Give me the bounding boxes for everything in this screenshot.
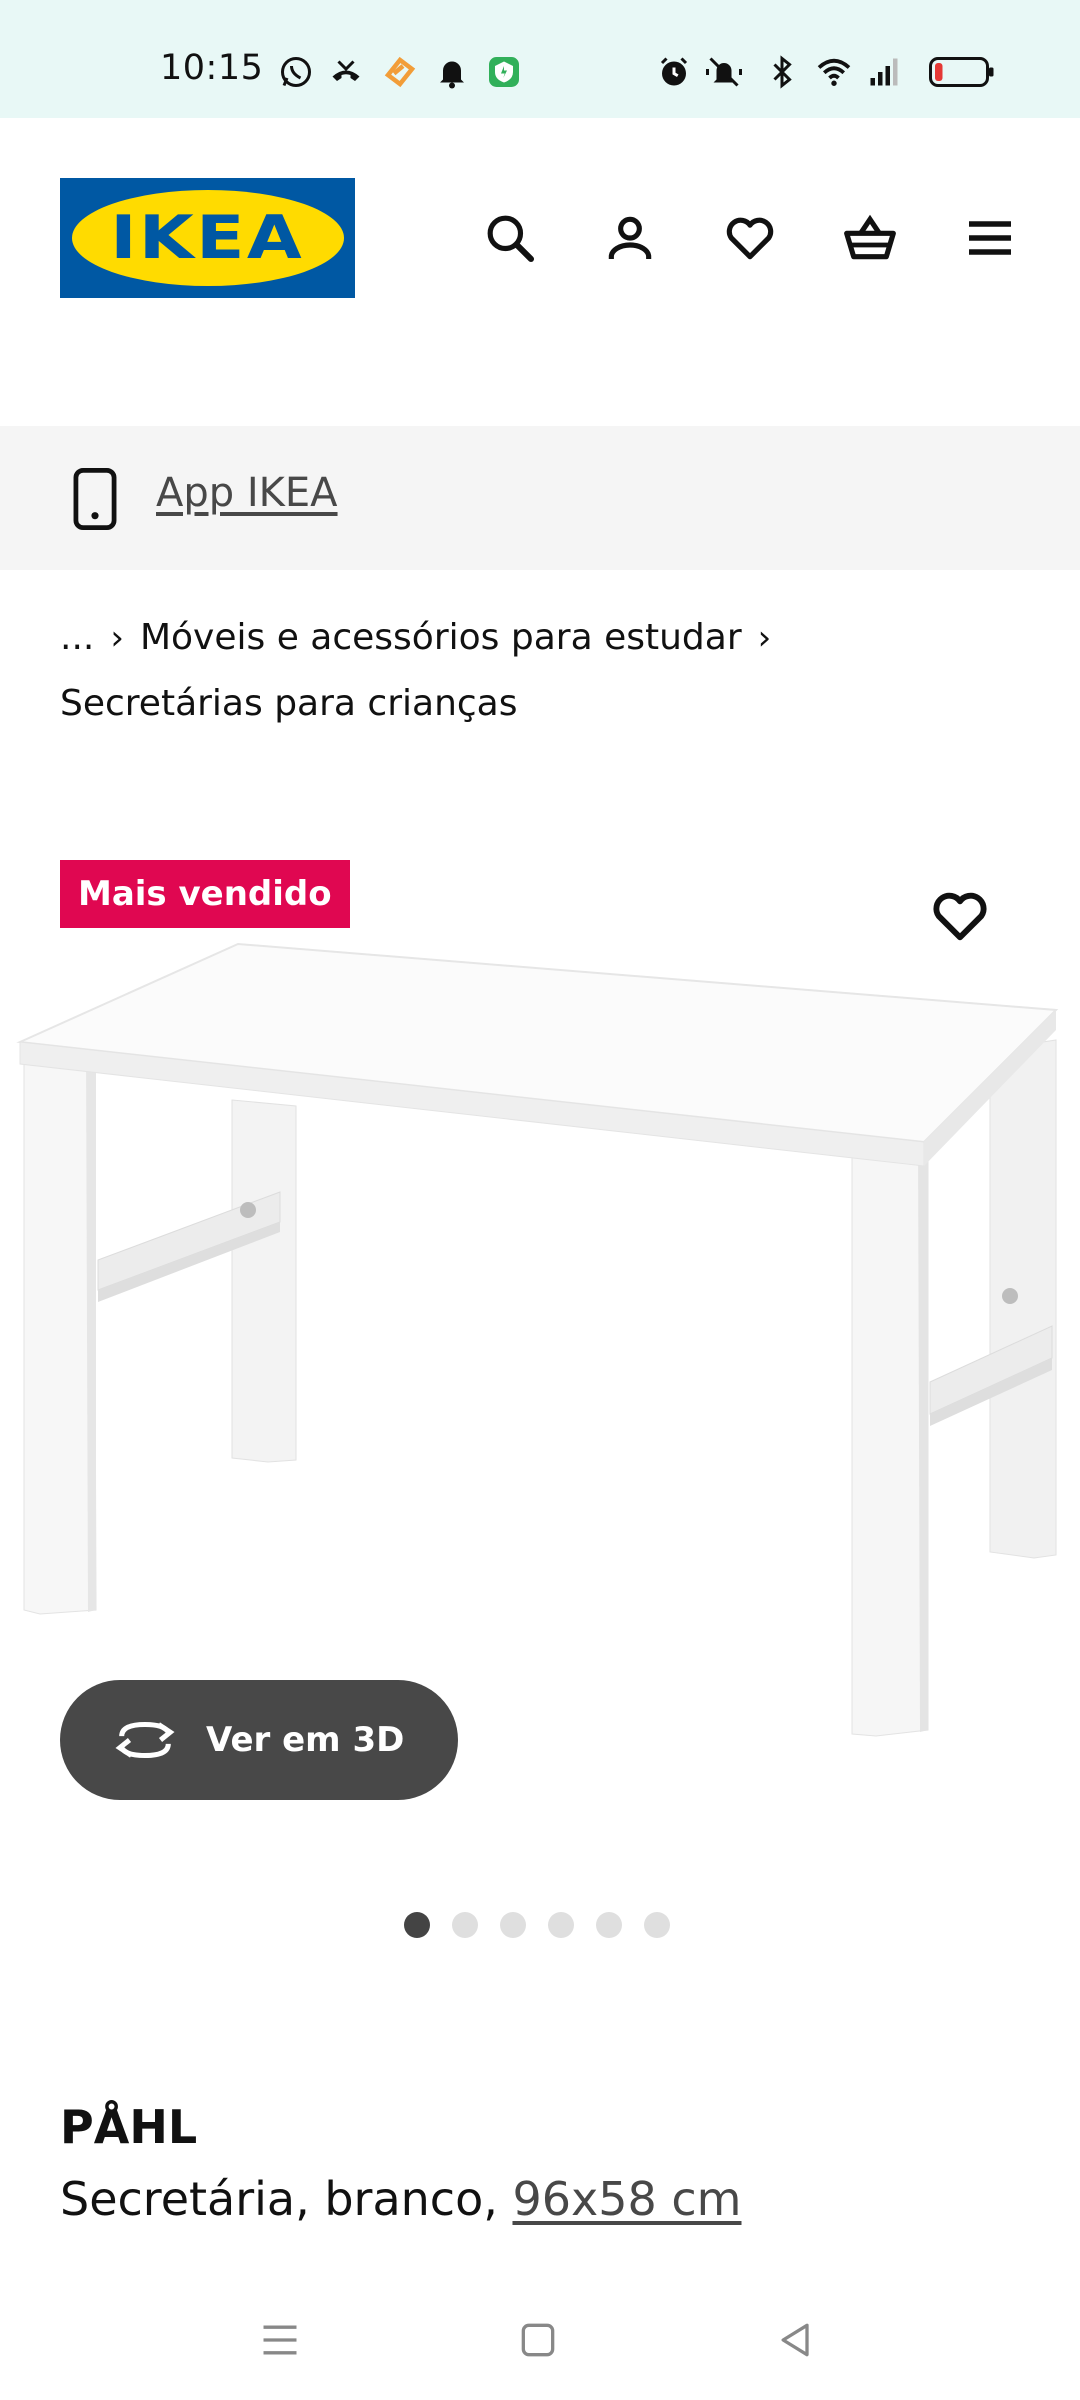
heart-icon[interactable] bbox=[718, 206, 782, 270]
wifi-icon bbox=[814, 52, 854, 92]
bestseller-badge: Mais vendido bbox=[60, 860, 350, 928]
bluetooth-icon bbox=[762, 52, 802, 92]
missed-call-icon bbox=[326, 52, 366, 92]
carousel-dot[interactable] bbox=[404, 1912, 430, 1938]
phone-icon bbox=[73, 468, 117, 530]
basket-icon[interactable] bbox=[838, 206, 902, 270]
breadcrumb-ellipsis[interactable]: ... bbox=[60, 617, 94, 658]
carousel-dot[interactable] bbox=[548, 1912, 574, 1938]
carousel-dot[interactable] bbox=[500, 1912, 526, 1938]
silent-mode-icon bbox=[704, 52, 744, 92]
product-description: Secretária, branco, 96x58 cm bbox=[60, 2172, 742, 2226]
view-3d-button[interactable]: Ver em 3D bbox=[60, 1680, 458, 1800]
desk-illustration bbox=[16, 942, 1059, 1737]
rotate-3d-icon bbox=[115, 1721, 175, 1759]
add-to-favorites-icon[interactable] bbox=[928, 884, 992, 948]
product-page: 10:15 IKEA App IKEA ... › Móveis e acess… bbox=[0, 0, 1080, 2400]
carousel-dot[interactable] bbox=[596, 1912, 622, 1938]
system-nav-bar bbox=[0, 2280, 1080, 2400]
status-time: 10:15 bbox=[160, 48, 264, 88]
product-image[interactable] bbox=[0, 930, 1080, 1760]
account-icon[interactable] bbox=[598, 206, 662, 270]
image-carousel-dots bbox=[404, 1912, 670, 1938]
app-notification-icon bbox=[380, 52, 420, 92]
alarm-icon bbox=[654, 52, 694, 92]
security-app-icon bbox=[484, 52, 524, 92]
breadcrumb: ... › Móveis e acessórios para estudar › Se… bbox=[60, 605, 1020, 737]
product-dimensions-link[interactable]: 96x58 cm bbox=[512, 2172, 741, 2226]
logo-text: IKEA bbox=[110, 203, 305, 273]
breadcrumb-separator: › bbox=[110, 618, 124, 658]
carousel-dot[interactable] bbox=[644, 1912, 670, 1938]
signal-icon bbox=[864, 52, 904, 92]
badge-label: Mais vendido bbox=[78, 874, 332, 914]
status-bar: 10:15 bbox=[0, 0, 1080, 118]
home-icon[interactable] bbox=[508, 2310, 568, 2370]
search-icon[interactable] bbox=[478, 206, 542, 270]
app-banner: App IKEA bbox=[0, 426, 1080, 570]
app-ikea-link[interactable]: App IKEA bbox=[156, 470, 338, 516]
bell-icon bbox=[432, 52, 472, 92]
menu-icon[interactable] bbox=[958, 206, 1022, 270]
view-3d-label: Ver em 3D bbox=[206, 1720, 405, 1760]
whatsapp-icon bbox=[276, 52, 316, 92]
product-description-text: Secretária, branco, bbox=[60, 2172, 513, 2226]
breadcrumb-item-study[interactable]: Móveis e acessórios para estudar bbox=[140, 617, 742, 658]
breadcrumb-item-kids-desks[interactable]: Secretárias para crianças bbox=[60, 683, 518, 724]
breadcrumb-separator: › bbox=[757, 618, 772, 658]
ikea-logo[interactable]: IKEA bbox=[60, 178, 355, 298]
recent-apps-icon[interactable] bbox=[250, 2310, 310, 2370]
product-name: PÅHL bbox=[60, 2100, 198, 2154]
back-icon[interactable] bbox=[766, 2310, 826, 2370]
carousel-dot[interactable] bbox=[452, 1912, 478, 1938]
site-header: IKEA bbox=[0, 118, 1080, 426]
battery-low-icon bbox=[926, 52, 998, 92]
